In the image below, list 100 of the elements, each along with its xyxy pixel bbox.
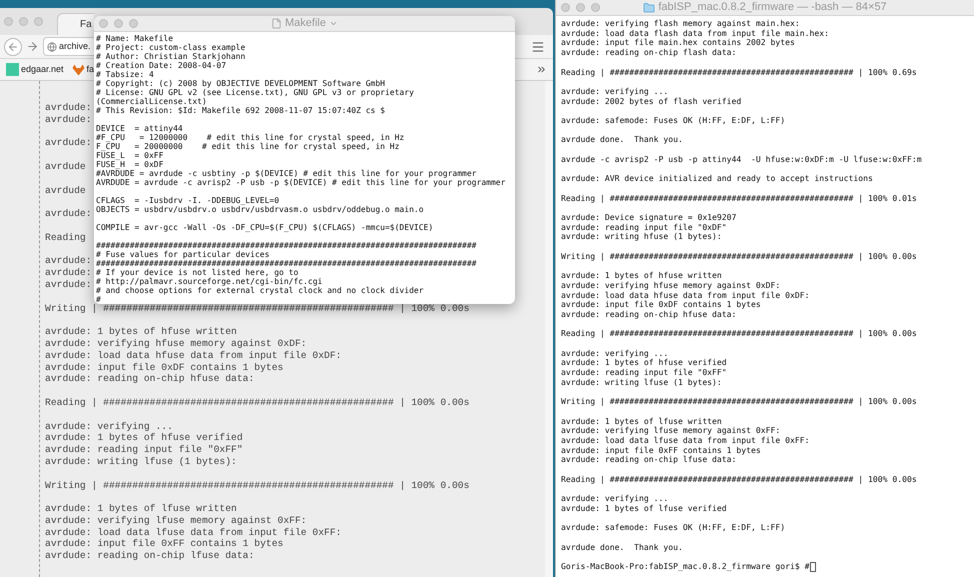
code-line: FUSE_L = 0xFF <box>96 151 164 160</box>
output-line: Reading | ################################################## | 100% 0.00s <box>45 396 470 409</box>
output-line: avrdude: input file 0xFF contains 1 bytes <box>45 538 284 550</box>
output-line: avrdude: reading input file "0xFF" <box>45 444 243 456</box>
overflow-icon[interactable] <box>536 64 547 75</box>
output-line: avrdude: <box>45 255 92 268</box>
terminal-line: avrdude: writing lfuse (1 bytes): <box>561 378 722 388</box>
address-field[interactable]: archive. <box>43 37 95 56</box>
output-line: avrdude: load data hfuse data from input file 0xDF: <box>45 350 342 362</box>
terminal-line: avrdude: reading on-chip lfuse data: <box>561 455 736 466</box>
terminal-line: avrdude: verifying ... <box>561 86 668 97</box>
output-line: avrdude: load data lfuse data from input file 0xFF: <box>45 526 342 538</box>
output-line: avrdude: verifying lfuse memory against 0xFF: <box>45 514 307 527</box>
output-line: avrdude: <box>45 267 92 279</box>
address-text: archive. <box>59 40 91 53</box>
bookmark-icon <box>6 63 19 76</box>
terminal-line: avrdude: input file main.hex contains 2002 bytes <box>561 38 795 48</box>
fox-icon <box>72 64 85 76</box>
terminal-line: avrdude: AVR device initialized and ready to accept instructions <box>561 174 873 184</box>
terminal-line: avrdude: Device signature = 0x1e9207 <box>561 212 736 223</box>
terminal-line: avrdude: verifying hfuse memory against 0xDF: <box>561 280 780 291</box>
output-line: avrdude: reading on-chip lfuse data: <box>45 550 254 562</box>
terminal-line: avrdude done. Thank you. <box>561 542 683 552</box>
terminal-line: Reading | ################################################## | 100% 0.00s <box>561 329 917 340</box>
code-line: # Author: Christian Starkjohann <box>96 52 246 61</box>
menu-icon[interactable] <box>531 40 545 54</box>
output-line: Writing | ################################################## | 100% 0.00s <box>45 302 470 314</box>
output-line: avrdude: writing lfuse (1 bytes): <box>45 456 237 468</box>
chevron-down-icon[interactable] <box>328 19 338 28</box>
code-line: # Project: custom-class example <box>96 43 246 52</box>
code-line: # Creation Date: 2008-04-07 <box>96 61 226 70</box>
terminal-line: avrdude: reading input file "0xDF" <box>561 222 727 232</box>
code-line: (CommercialLicense.txt) <box>96 97 207 106</box>
code-line: # <box>96 295 101 304</box>
folder-icon <box>643 2 656 14</box>
terminal-line: avrdude -c avrisp2 -P usb -p attiny44 -U hfuse:w:0xDF:m -U lfuse:w:0xFF:m <box>561 154 922 164</box>
terminal-line: avrdude: reading on-chip hfuse data: <box>561 310 736 320</box>
terminal-line: avrdude: load data lfuse data from input file 0xFF: <box>561 436 810 446</box>
code-line: OBJECTS = usbdrv/usbdrv.o usbdrv/usbdrvasm.o usbdrv/oddebug.o main.o <box>96 205 424 214</box>
terminal-line: avrdude: 2002 bytes of flash verified <box>561 96 742 106</box>
terminal-line: avrdude: reading input file "0xFF" <box>561 368 727 378</box>
terminal-line: Reading | ################################################## | 100% 0.00s <box>561 474 917 485</box>
code-line: F_CPU = 20000000 # edit this line for crystal speed, in Hz <box>96 142 400 151</box>
output-line: Reading <box>45 232 86 244</box>
output-line: avrdude: input file 0xDF contains 1 bytes <box>45 362 284 374</box>
code-line: # License: GNU GPL v2 (see License.txt), GNU GPL v3 or proprietary <box>96 88 414 97</box>
window-title: fabISP_mac.0.8.2_firmware — -bash — 84×57 <box>658 0 887 16</box>
terminal-line: avrdude: verifying flash memory against main.hex: <box>561 19 800 29</box>
code-line: # If your device is not listed here, go to <box>96 268 298 277</box>
output-line: avrdude <box>45 184 86 196</box>
code-line: CFLAGS = -Iusbdrv -I. -DDEBUG_LEVEL=0 <box>96 196 280 205</box>
browser-tab[interactable]: Fa <box>57 13 94 35</box>
bookmark-link[interactable]: fa <box>86 62 94 76</box>
output-line: avrdude: verifying hfuse memory against 0xDF: <box>45 338 307 350</box>
terminal-line: avrdude: load data flash data from input file main.hex: <box>561 28 830 38</box>
terminal-line: Reading | ################################################## | 100% 0.01s <box>561 194 917 204</box>
text-cursor <box>810 562 816 572</box>
terminal-line: avrdude: 1 bytes of hfuse written <box>561 271 722 281</box>
terminal-line: Reading | ################################################## | 100% 0.69s <box>561 68 917 78</box>
code-line: # Fuse values for particular devices <box>96 250 270 259</box>
shell-prompt: Goris-MacBook-Pro:fabISP_mac.0.8.2_firmware gori$ # <box>561 562 810 572</box>
output-line: avrdude: <box>45 102 92 114</box>
output-line: avrdude: 1 bytes of hfuse verified <box>45 432 243 444</box>
terminal-line: avrdude done. Thank you. <box>561 135 683 146</box>
code-line: DEVICE = attiny44 <box>96 124 183 133</box>
forward-icon[interactable] <box>26 40 39 53</box>
terminal-line: avrdude: safemode: Fuses OK (H:FF, E:DF, L:FF) <box>561 523 786 533</box>
window-title: Makefile <box>285 16 326 32</box>
terminal-line: avrdude: input file 0xFF contains 1 bytes <box>561 446 761 456</box>
output-line: avrdude: <box>45 137 92 150</box>
output-line: avrdude: <box>45 208 92 220</box>
code-line: FUSE_H = 0xDF <box>96 160 164 169</box>
bookmark-link[interactable]: edgaar.net <box>21 62 64 76</box>
output-line: avrdude: 1 bytes of lfuse written <box>45 503 237 515</box>
code-line: ############################################################################### <box>96 259 476 268</box>
output-line: avrdude: 1 bytes of hfuse written <box>45 326 237 338</box>
code-line: #AVRDUDE = avrdude -c usbtiny -p $(DEVICE) # edit this line for your programmer <box>96 169 476 178</box>
output-line: avrdude: <box>45 278 92 291</box>
code-line: # Copyright: (c) 2008 by OBJECTIVE DEVELOPMENT Software GmbH <box>96 79 385 88</box>
output-line: avrdude: <box>45 114 92 126</box>
document-icon <box>271 18 282 29</box>
code-line: #F_CPU = 12000000 # edit this line for crystal speed, in Hz <box>96 133 404 142</box>
back-icon[interactable] <box>4 38 22 56</box>
globe-icon <box>47 42 57 52</box>
terminal-line: Writing | ################################################## | 100% 0.00s <box>561 252 917 262</box>
terminal-line: avrdude: writing hfuse (1 bytes): <box>561 232 722 242</box>
code-line: ############################################################################### <box>96 241 476 250</box>
terminal-line: avrdude: verifying ... <box>561 348 668 358</box>
terminal-line: avrdude: 1 bytes of hfuse verified <box>561 358 727 368</box>
terminal-line: avrdude: verifying lfuse memory against 0xFF: <box>561 426 780 436</box>
code-line: # Name: Makefile <box>96 34 174 43</box>
code-line: # This Revision: $Id: Makefile 692 2008-11-07 15:07:40Z cs $ <box>96 106 385 115</box>
output-line: avrdude: verifying ... <box>45 420 173 432</box>
code-line: # and choose options for external crystal clock and no clock divider <box>96 286 424 295</box>
output-line: avrdude: reading on-chip hfuse data: <box>45 373 254 386</box>
code-line: # Tabsize: 4 <box>96 70 154 79</box>
terminal-line: avrdude: 1 bytes of lfuse verified <box>561 504 727 514</box>
output-line: avrdude <box>45 160 86 173</box>
terminal-line: avrdude: 1 bytes of lfuse written <box>561 416 722 426</box>
terminal-line: avrdude: safemode: Fuses OK (H:FF, E:DF, L:FF) <box>561 116 786 126</box>
